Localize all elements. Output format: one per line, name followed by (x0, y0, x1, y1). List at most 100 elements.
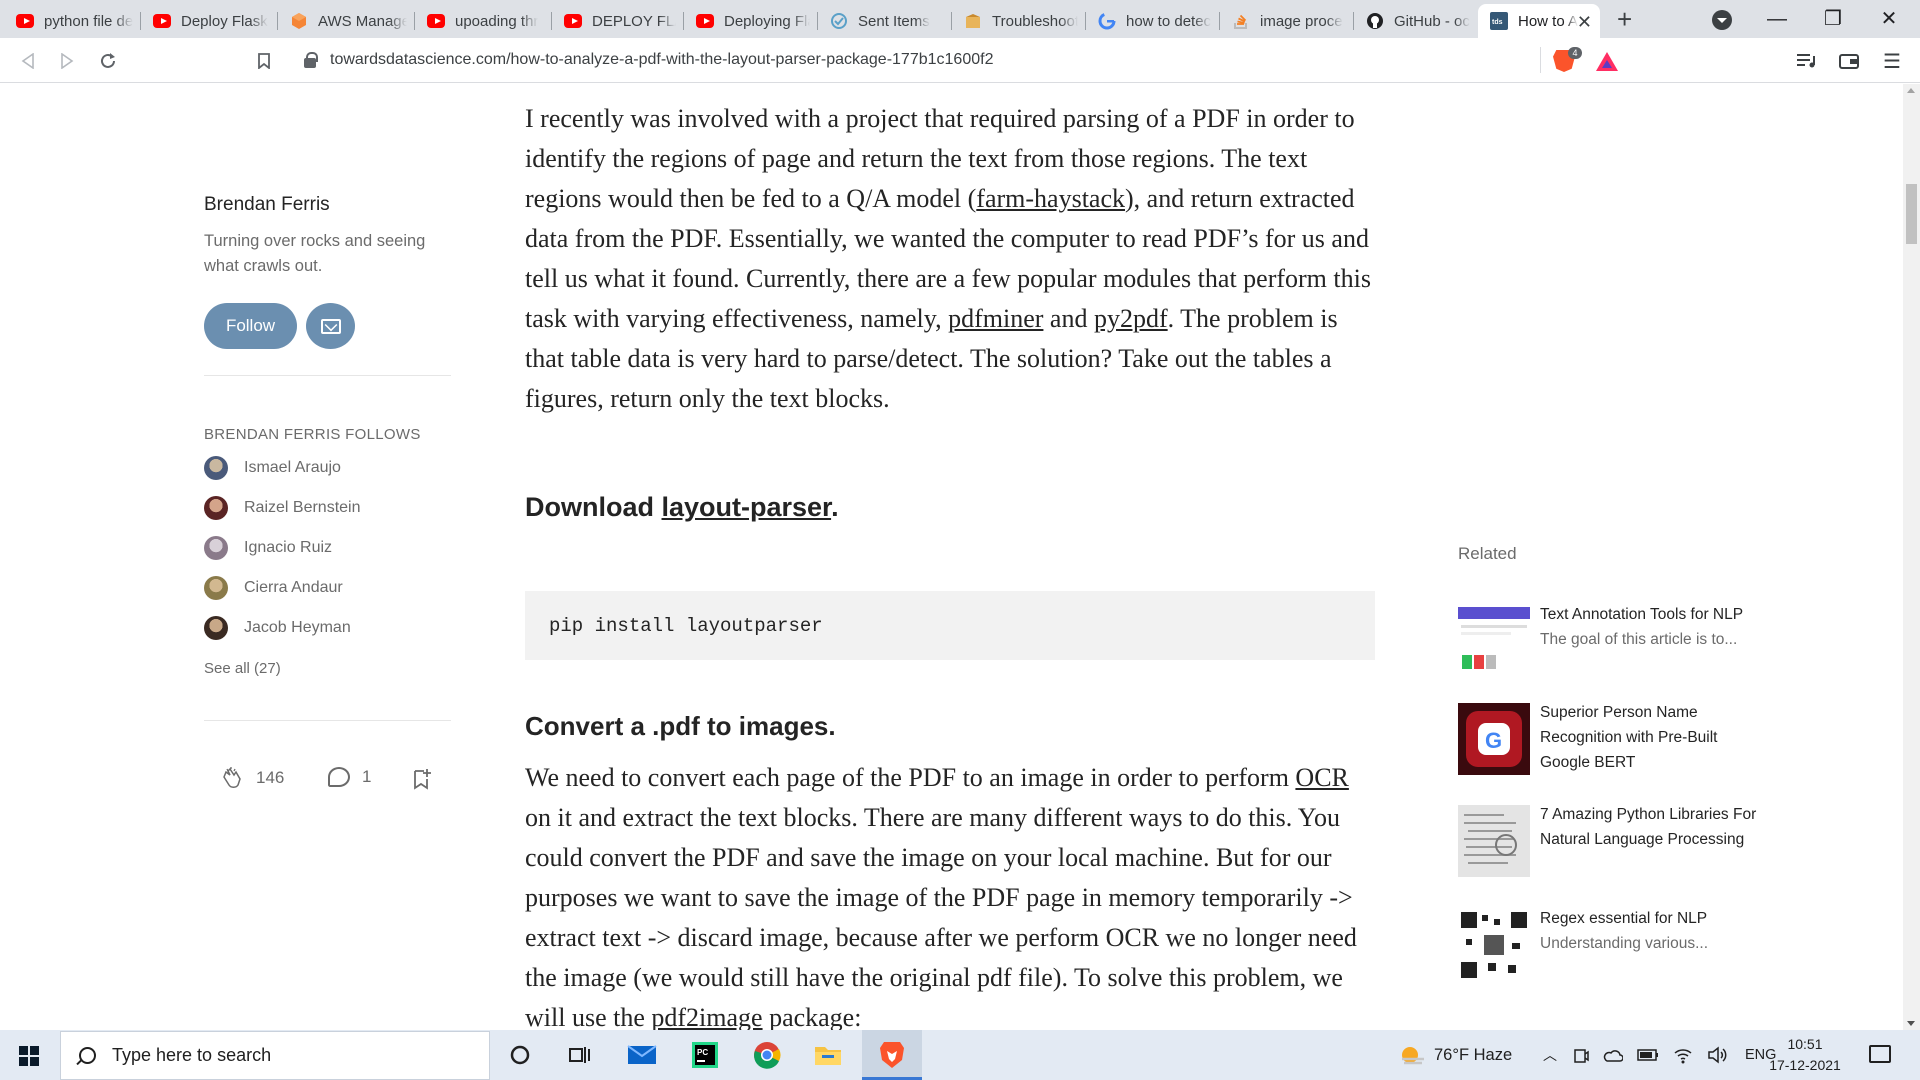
tab-3[interactable]: AWS Manage (278, 4, 415, 38)
tab-title: upoading thr (455, 12, 539, 30)
inline-link[interactable]: pdfminer (948, 304, 1043, 333)
clap-button[interactable]: 146 (218, 765, 284, 791)
clap-count: 146 (256, 768, 285, 787)
reload-icon[interactable] (93, 46, 123, 76)
tab-search-icon[interactable] (1712, 10, 1732, 30)
scroll-thumb[interactable] (1906, 184, 1917, 244)
notifications-icon[interactable] (1869, 1045, 1891, 1063)
chrome-icon[interactable] (751, 1039, 783, 1071)
section-heading-download: Download layout-parser. (525, 492, 839, 523)
wallet-icon[interactable] (1834, 46, 1864, 76)
divider (204, 720, 451, 721)
new-tab-icon[interactable]: + (1617, 4, 1632, 34)
battery-icon[interactable] (1637, 1048, 1659, 1062)
pycharm-icon[interactable]: PC (689, 1039, 721, 1071)
cortana-icon[interactable] (504, 1039, 536, 1071)
minimize-icon[interactable]: — (1754, 4, 1800, 34)
follows-item[interactable]: Raizel Bernstein (204, 496, 361, 520)
tab-8[interactable]: Troubleshoot (952, 4, 1086, 38)
responses-button[interactable]: 1 (328, 767, 371, 787)
tab-7[interactable]: Sent Items (818, 4, 952, 38)
tab-title: Sent Items (858, 12, 930, 30)
taskbar-search-box[interactable]: Type here to search (60, 1031, 490, 1080)
show-hidden-icons-chevron[interactable]: ︿ (1543, 1045, 1557, 1065)
author-name[interactable]: Brendan Ferris (204, 194, 330, 216)
close-tab-icon[interactable]: ✕ (1577, 12, 1592, 33)
paragraph-text: package: (762, 1003, 862, 1030)
clap-icon (223, 767, 241, 788)
tab-5[interactable]: DEPLOY FLAS (552, 4, 684, 38)
tab-1[interactable]: python file de (4, 4, 141, 38)
see-all-link[interactable]: See all (27) (204, 660, 281, 677)
address-bar[interactable]: towardsdatascience.com/how-to-analyze-a-… (288, 43, 1548, 77)
media-queue-icon[interactable] (1791, 46, 1821, 76)
page-content: Brendan Ferris Turning over rocks and se… (0, 84, 1920, 1030)
volume-icon[interactable] (1707, 1046, 1727, 1064)
follows-item[interactable]: Cierra Andaur (204, 576, 343, 600)
windows-start-icon[interactable] (19, 1046, 39, 1066)
mail-app-icon[interactable] (626, 1039, 658, 1071)
file-explorer-icon[interactable] (812, 1039, 844, 1071)
follows-name: Ignacio Ruiz (244, 539, 333, 556)
related-heading: Related (1458, 544, 1517, 563)
inline-link[interactable]: farm-haystack (976, 184, 1125, 213)
meet-now-icon[interactable] (1573, 1046, 1589, 1064)
tab-2[interactable]: Deploy Flask (141, 4, 278, 38)
shields-count-badge: 4 (1568, 47, 1582, 59)
follows-name: Ismael Araujo (244, 459, 341, 476)
follows-name: Raizel Bernstein (244, 499, 361, 516)
youtube-icon (153, 12, 171, 30)
restore-icon[interactable]: ❐ (1810, 4, 1856, 34)
taskbar-clock[interactable]: 10:51 17-12-2021 (1760, 1034, 1850, 1076)
inline-link[interactable]: pdf2image (651, 1003, 762, 1030)
inline-link[interactable]: OCR (1295, 763, 1348, 792)
code-text: pip install layoutparser (549, 614, 823, 637)
onedrive-icon[interactable] (1603, 1047, 1623, 1063)
brave-browser-icon[interactable] (876, 1039, 908, 1071)
page-scrollbar[interactable] (1903, 84, 1920, 1030)
weather-text: 76°F Haze (1434, 1045, 1513, 1064)
tab-12-active[interactable]: tds How to A ✕ (1478, 4, 1600, 38)
tab-9[interactable]: how to detec (1086, 4, 1220, 38)
subscribe-email-button[interactable] (306, 303, 355, 349)
tab-title: how to detec (1126, 12, 1212, 30)
related-title: Text Annotation Tools for NLP (1540, 606, 1744, 623)
follows-item[interactable]: Jacob Heyman (204, 616, 351, 640)
clock-date: 17-12-2021 (1769, 1057, 1841, 1073)
scroll-down-icon[interactable] (1907, 1021, 1915, 1026)
youtube-icon (16, 12, 34, 30)
back-icon[interactable] (13, 46, 43, 76)
follows-item[interactable]: Ignacio Ruiz (204, 536, 332, 560)
lock-icon (304, 52, 318, 68)
layout-parser-link[interactable]: layout-parser (662, 492, 832, 522)
tab-title: How to A (1518, 12, 1578, 30)
related-title: Regex essential for NLP (1540, 910, 1708, 927)
tab-6[interactable]: Deploying Fla (684, 4, 818, 38)
follow-button[interactable]: Follow (204, 303, 297, 349)
tab-4[interactable]: upoading thr (415, 4, 552, 38)
brave-rewards-icon[interactable] (1596, 52, 1618, 71)
qr-thumb (1458, 909, 1530, 981)
tab-title: Deploy Flask (181, 12, 268, 30)
follows-name: Cierra Andaur (244, 579, 343, 596)
bookmark-page-icon[interactable] (249, 46, 279, 76)
weather-widget[interactable]: 76°F Haze (1398, 1030, 1512, 1080)
tab-title: Troubleshoot (992, 12, 1078, 30)
tab-title: image proce (1260, 12, 1343, 30)
follows-item[interactable]: Ismael Araujo (204, 456, 341, 480)
tab-title: Deploying Fla (724, 12, 810, 30)
tab-11[interactable]: GitHub - ocr (1354, 4, 1478, 38)
tab-title: python file de (44, 12, 133, 30)
menu-icon[interactable]: ☰ (1877, 46, 1907, 76)
forward-icon[interactable] (52, 46, 82, 76)
inline-link[interactable]: py2pdf (1094, 304, 1168, 333)
tab-strip: python file de Deploy Flask AWS Manage u… (0, 0, 1920, 38)
wifi-icon[interactable] (1673, 1046, 1693, 1064)
close-window-icon[interactable]: ✕ (1866, 4, 1912, 34)
scroll-up-icon[interactable] (1907, 88, 1915, 93)
tds-icon: tds (1490, 12, 1508, 30)
related-subtitle: Understanding various... (1540, 935, 1709, 952)
task-view-icon[interactable] (564, 1039, 596, 1071)
tab-10[interactable]: image proce (1220, 4, 1354, 38)
bookmark-add-icon[interactable] (413, 768, 431, 790)
